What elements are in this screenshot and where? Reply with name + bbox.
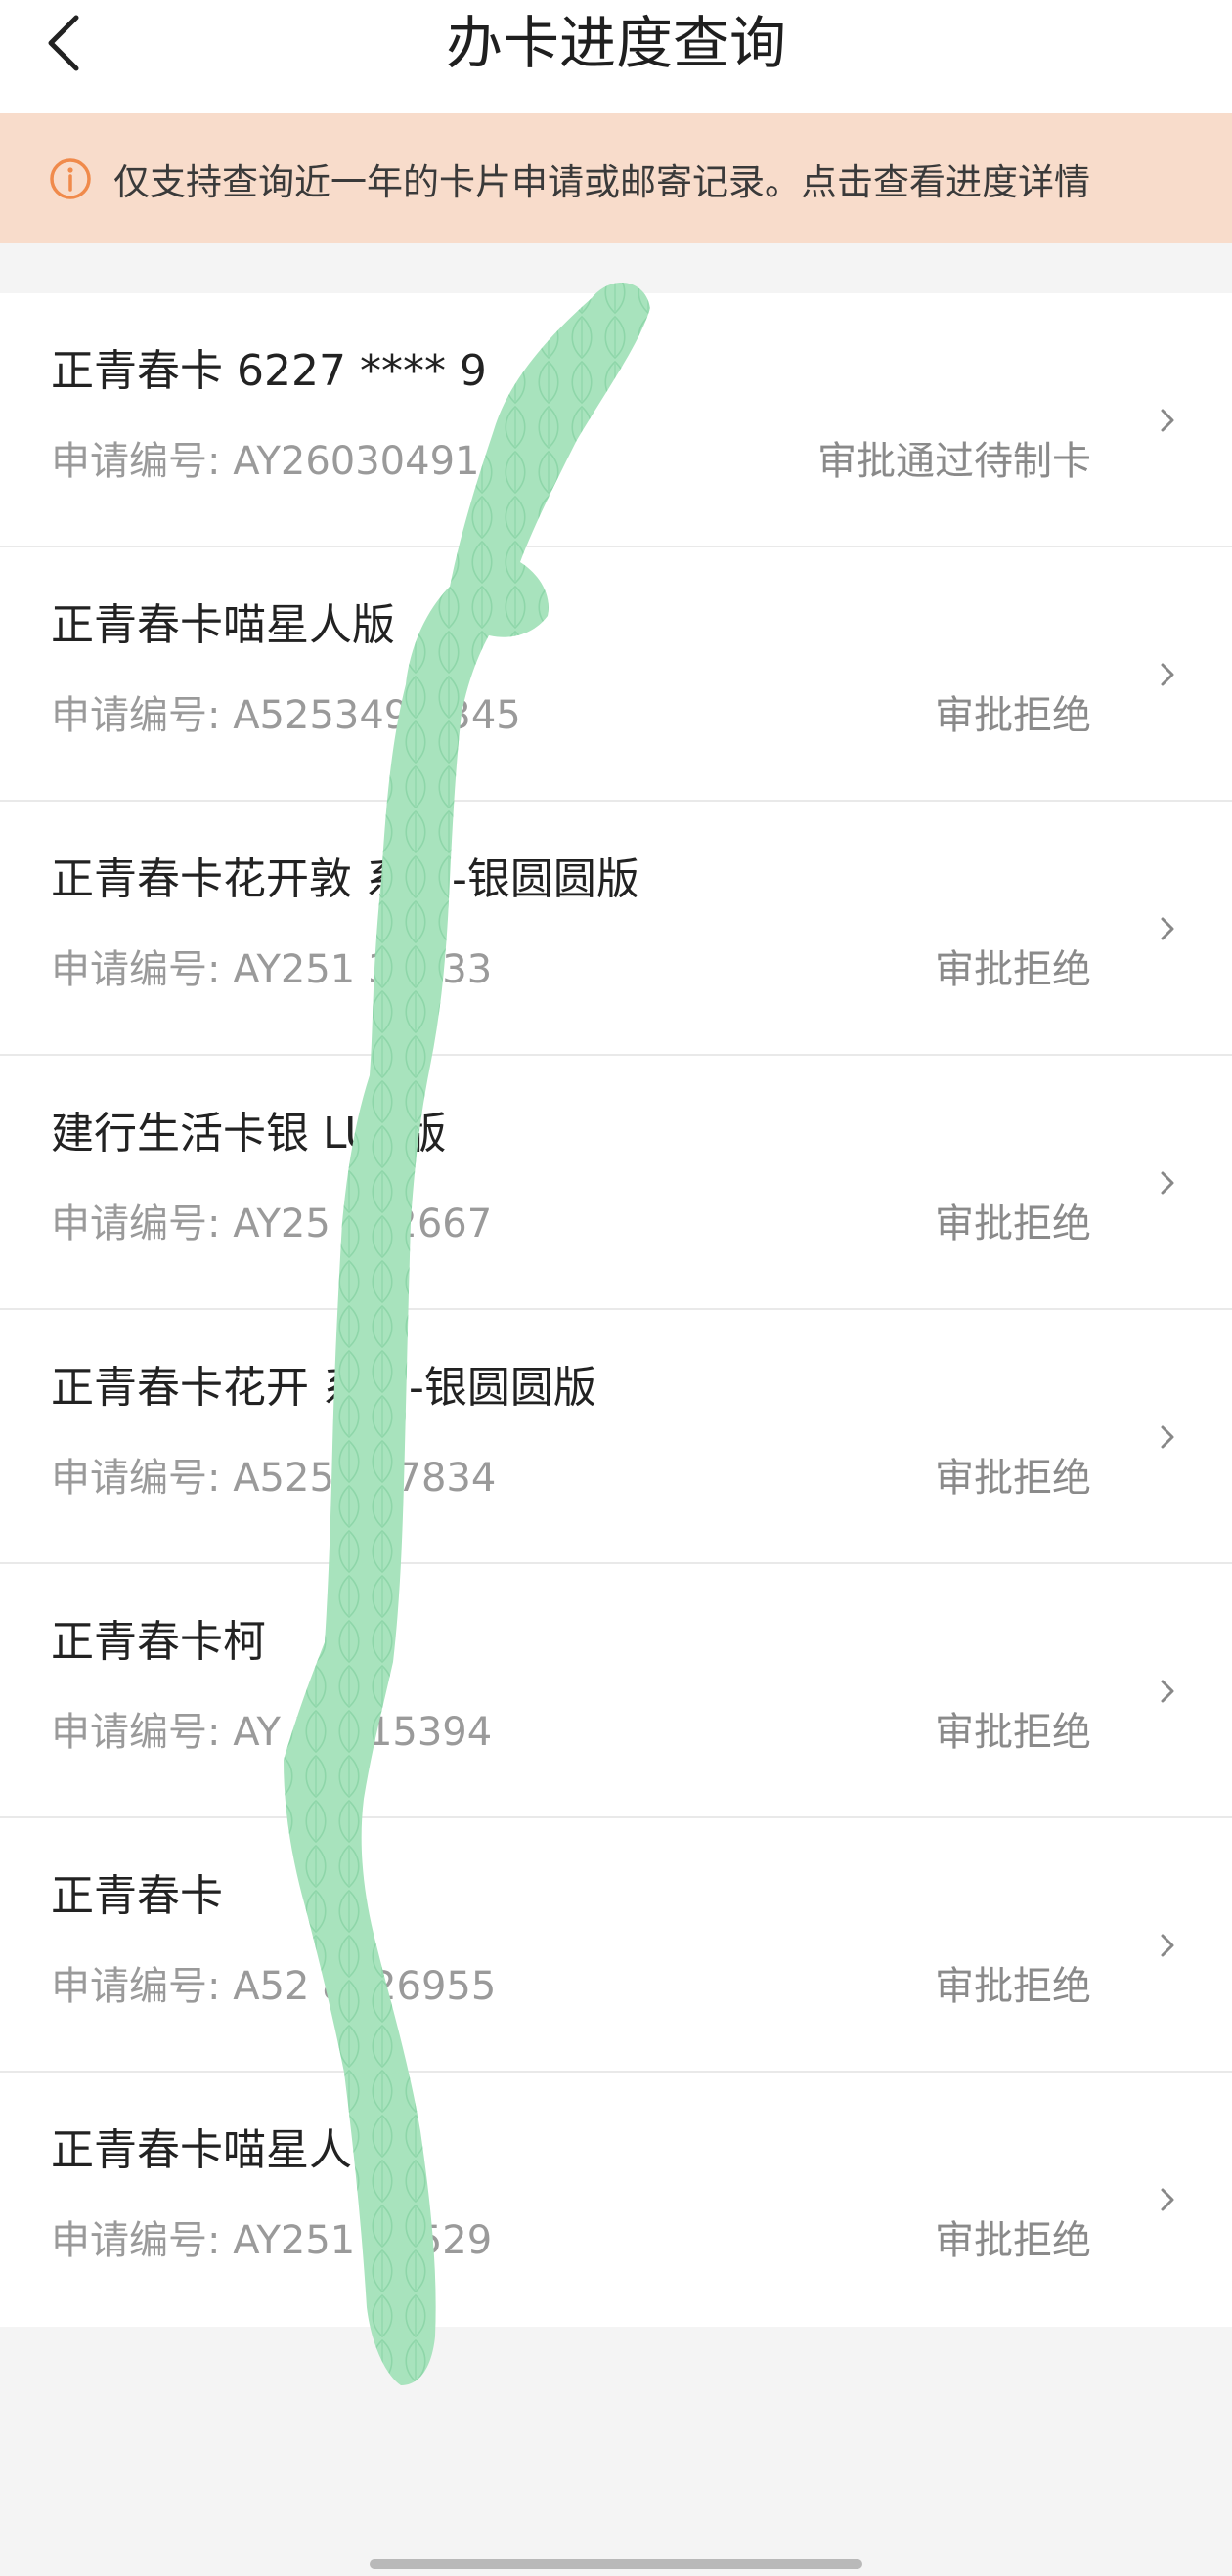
application-number: 申请编号: AY251 01529 [51,2218,493,2263]
card-name: 正青春卡 6227 **** 9 [51,346,487,396]
card-name: 正青春卡喵星人版 [51,600,395,650]
chevron-right-icon [1161,1171,1174,1195]
application-status: 审批拒绝 [935,1201,1091,1246]
application-number: 申请编号: A525349 6345 [51,693,521,738]
application-item[interactable]: 正青春卡 申请编号: A52 8826955 审批拒绝 [0,1818,1232,2073]
application-number: 申请编号: AY26030491 [51,439,480,484]
card-name: 建行生活卡银 LUS版 [51,1109,447,1158]
chevron-right-icon [1161,1934,1174,1957]
application-status: 审批拒绝 [935,1456,1091,1501]
application-number: 申请编号: A52 8826955 [51,1964,497,2009]
application-item[interactable]: 正青春卡花开敦 系列-银圆圆版 申请编号: AY251 34433 审批拒绝 [0,802,1232,1056]
application-item[interactable]: 正青春卡柯 申请编号: AY 32915394 审批拒绝 [0,1564,1232,1818]
application-status: 审批通过待制卡 [817,439,1091,484]
home-indicator [370,2559,862,2569]
application-item[interactable]: 正青春卡 6227 **** 9 申请编号: AY26030491 审批通过待制… [0,293,1232,547]
application-number: 申请编号: AY251 34433 [51,947,493,992]
card-name: 正青春卡花开 系列-银圆圆版 [51,1363,596,1413]
application-item[interactable]: 正青春卡喵星人 申请编号: AY251 01529 审批拒绝 [0,2073,1232,2327]
info-circle-icon [49,157,92,200]
application-status: 审批拒绝 [935,693,1091,738]
chevron-right-icon [1161,917,1174,940]
application-number: 申请编号: A525 497834 [51,1456,497,1501]
application-status: 审批拒绝 [935,1710,1091,1755]
application-item[interactable]: 建行生活卡银 LUS版 申请编号: AY25 532667 审批拒绝 [0,1056,1232,1310]
application-status: 审批拒绝 [935,1964,1091,2009]
notice-banner[interactable]: 仅支持查询近一年的卡片申请或邮寄记录。点击查看进度详情 [0,113,1232,243]
card-name: 正青春卡花开敦 系列-银圆圆版 [51,854,639,904]
chevron-right-icon [1161,1425,1174,1449]
card-name: 正青春卡喵星人 [51,2125,352,2175]
card-name: 正青春卡 [51,1871,223,1921]
page-title: 办卡进度查询 [445,10,786,76]
application-number: 申请编号: AY25 532667 [51,1201,493,1246]
chevron-right-icon [1161,409,1174,432]
top-bar: 办卡进度查询 [0,0,1232,113]
notice-text: 仅支持查询近一年的卡片申请或邮寄记录。点击查看进度详情 [113,160,1090,203]
application-item[interactable]: 正青春卡花开 系列-银圆圆版 申请编号: A525 497834 审批拒绝 [0,1310,1232,1564]
card-name: 正青春卡柯 [51,1617,266,1667]
chevron-right-icon [1161,663,1174,686]
application-status: 审批拒绝 [935,2218,1091,2263]
application-number: 申请编号: AY 32915394 [51,1710,493,1755]
chevron-right-icon [1161,2188,1174,2211]
application-list: 正青春卡 6227 **** 9 申请编号: AY26030491 审批通过待制… [0,293,1232,2327]
application-status: 审批拒绝 [935,947,1091,992]
application-item[interactable]: 正青春卡喵星人版 申请编号: A525349 6345 审批拒绝 [0,547,1232,802]
chevron-right-icon [1161,1680,1174,1703]
